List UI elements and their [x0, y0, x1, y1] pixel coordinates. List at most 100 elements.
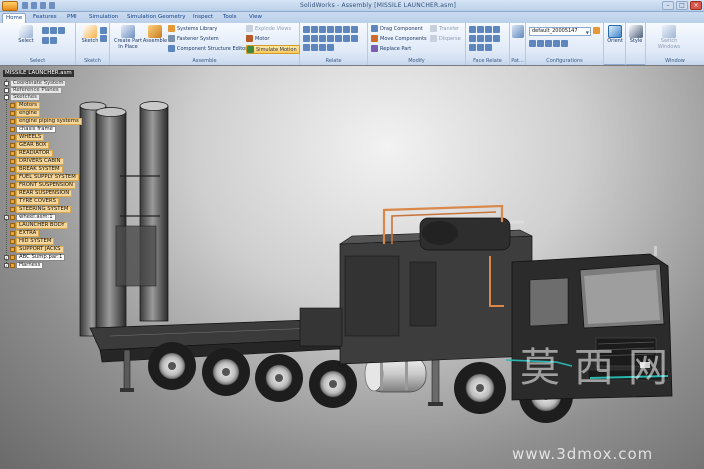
visibility-checkbox[interactable]: ✓	[4, 255, 9, 260]
tree-item[interactable]: HID SYSTEM	[10, 238, 55, 245]
capture-fit-icon[interactable]	[327, 44, 334, 51]
face-options-icon[interactable]	[485, 44, 492, 51]
sketch-circle-icon[interactable]	[100, 35, 107, 42]
mate-icon[interactable]	[303, 26, 310, 33]
systems-library-button[interactable]: Systems Library	[168, 25, 217, 34]
drag-component-button[interactable]: Drag Component	[371, 25, 423, 34]
tree-root[interactable]: MISSILE LAUNCHER.asm	[3, 70, 74, 77]
tab-pmi[interactable]: PMI	[64, 13, 80, 23]
align-icon[interactable]	[311, 26, 318, 33]
explode-views-button[interactable]: Explode Views	[246, 25, 291, 34]
hide-all-icon[interactable]	[561, 40, 568, 47]
tree-item[interactable]: BREAK SYSTEM	[10, 166, 63, 173]
tangent-icon[interactable]	[303, 35, 310, 42]
tree-item[interactable]: ✓ wheel.asm:1	[4, 214, 56, 221]
face-tangent-icon[interactable]	[493, 35, 500, 42]
tab-features[interactable]: Features	[30, 13, 60, 23]
tree-item[interactable]: ✓ ABC Sump.par:1	[4, 254, 66, 261]
simulate-motion-button[interactable]: Simulate Motion	[246, 45, 300, 54]
path-icon[interactable]	[351, 35, 358, 42]
disperse-button[interactable]: Disperse	[430, 35, 461, 44]
alternate-assembly-icon[interactable]	[545, 40, 552, 47]
tab-tools[interactable]: Tools	[220, 13, 240, 23]
select-button[interactable]: Select	[16, 25, 36, 45]
visibility-checkbox[interactable]: ✓	[4, 263, 9, 268]
assemble-button[interactable]: Assemble	[142, 25, 168, 45]
minimize-button[interactable]: –	[662, 1, 674, 10]
tree-item[interactable]: Reference Planes	[4, 87, 62, 94]
angle-icon[interactable]	[351, 26, 358, 33]
tree-item[interactable]: Motors	[10, 102, 41, 109]
select-all-icon[interactable]	[42, 37, 49, 44]
face-parallel-icon[interactable]	[469, 35, 476, 42]
tree-item[interactable]: TYRE COVERS	[10, 198, 59, 205]
tab-view[interactable]: View	[246, 13, 265, 23]
tree-item[interactable]: Sketches	[4, 94, 40, 101]
tree-item[interactable]: REAR SUSPENSION	[10, 190, 73, 197]
visibility-checkbox[interactable]	[4, 95, 9, 100]
select-invert-icon[interactable]	[50, 37, 57, 44]
face-perpendicular-icon[interactable]	[477, 35, 484, 42]
close-button[interactable]: ×	[690, 1, 702, 10]
tree-item[interactable]: DRIVERS CABIN	[10, 158, 64, 165]
axial-align-icon[interactable]	[327, 26, 334, 33]
center-plane-icon[interactable]	[303, 44, 310, 51]
face-horizontal-icon[interactable]	[477, 44, 484, 51]
redo-icon[interactable]	[40, 2, 46, 9]
tree-item[interactable]: FUEL SUPPLY SYSTEM	[10, 174, 79, 181]
select-box-icon[interactable]	[50, 27, 57, 34]
visibility-checkbox[interactable]: ✓	[4, 215, 9, 220]
tree-item[interactable]: ✓ Harness	[4, 262, 44, 269]
face-symmetric-icon[interactable]	[469, 44, 476, 51]
switch-windows-button[interactable]: Switch Windows	[652, 25, 686, 50]
tab-inspect[interactable]: Inspect	[190, 13, 216, 23]
tree-item[interactable]: LAUNCHER BODY	[10, 222, 68, 229]
create-part-in-place-button[interactable]: Create Part In Place	[113, 25, 143, 50]
tree-item[interactable]: Coordinate System	[4, 80, 67, 87]
sketch-line-icon[interactable]	[100, 27, 107, 34]
ground-icon[interactable]	[343, 35, 350, 42]
tab-simulation-geometry[interactable]: Simulation Geometry	[124, 13, 188, 23]
parallel-icon[interactable]	[327, 35, 334, 42]
configuration-options-icon[interactable]	[593, 27, 600, 34]
motor-button[interactable]: Motor	[246, 35, 269, 44]
face-offset-icon[interactable]	[485, 26, 492, 33]
planar-align-icon[interactable]	[335, 26, 342, 33]
component-structure-editor-button[interactable]: Component Structure Editor	[168, 45, 247, 54]
rigid-set-icon[interactable]	[335, 35, 342, 42]
undo-icon[interactable]	[31, 2, 37, 9]
orient-button[interactable]: Orient	[606, 25, 624, 45]
3d-viewport[interactable]: MISSILE LAUNCHER.asm Coordinate System R…	[0, 66, 704, 469]
tree-item[interactable]: GEAR BOX	[10, 142, 50, 149]
print-icon[interactable]	[49, 2, 55, 9]
move-components-button[interactable]: Move Components	[371, 35, 427, 44]
visibility-checkbox[interactable]	[4, 81, 9, 86]
relate-options-icon[interactable]	[319, 44, 326, 51]
connect-icon[interactable]	[343, 26, 350, 33]
tree-item[interactable]: STEERING SYSTEM	[10, 206, 72, 213]
save-icon[interactable]	[22, 2, 28, 9]
gear-icon[interactable]	[319, 35, 326, 42]
match-cs-icon[interactable]	[311, 44, 318, 51]
tree-item[interactable]: FRONT SUSPENSION	[10, 182, 76, 189]
maximize-button[interactable]: □	[676, 1, 688, 10]
replace-part-button[interactable]: Replace Part	[371, 45, 411, 54]
tree-item[interactable]: SUPPORT JACKS	[10, 246, 64, 253]
visibility-checkbox[interactable]	[4, 88, 9, 93]
tree-item[interactable]: WHEELS	[10, 134, 45, 141]
application-menu-button[interactable]	[2, 1, 18, 11]
tree-item[interactable]: EXTRA	[10, 230, 40, 237]
insert-icon[interactable]	[319, 26, 326, 33]
pattern-button[interactable]	[511, 25, 525, 39]
launcher-tubes[interactable]	[79, 101, 169, 343]
tab-simulation[interactable]: Simulation	[86, 13, 121, 23]
face-coplanar-icon[interactable]	[493, 26, 500, 33]
face-ground-icon[interactable]	[477, 26, 484, 33]
zone-icon[interactable]	[529, 40, 536, 47]
tree-item[interactable]: chasis frame	[10, 126, 56, 133]
style-button[interactable]: Style	[628, 25, 644, 45]
sketch-button[interactable]: Sketch	[79, 25, 101, 45]
tree-item[interactable]: engine piping systems	[10, 118, 82, 125]
select-filter-icon[interactable]	[42, 27, 49, 34]
show-all-icon[interactable]	[553, 40, 560, 47]
